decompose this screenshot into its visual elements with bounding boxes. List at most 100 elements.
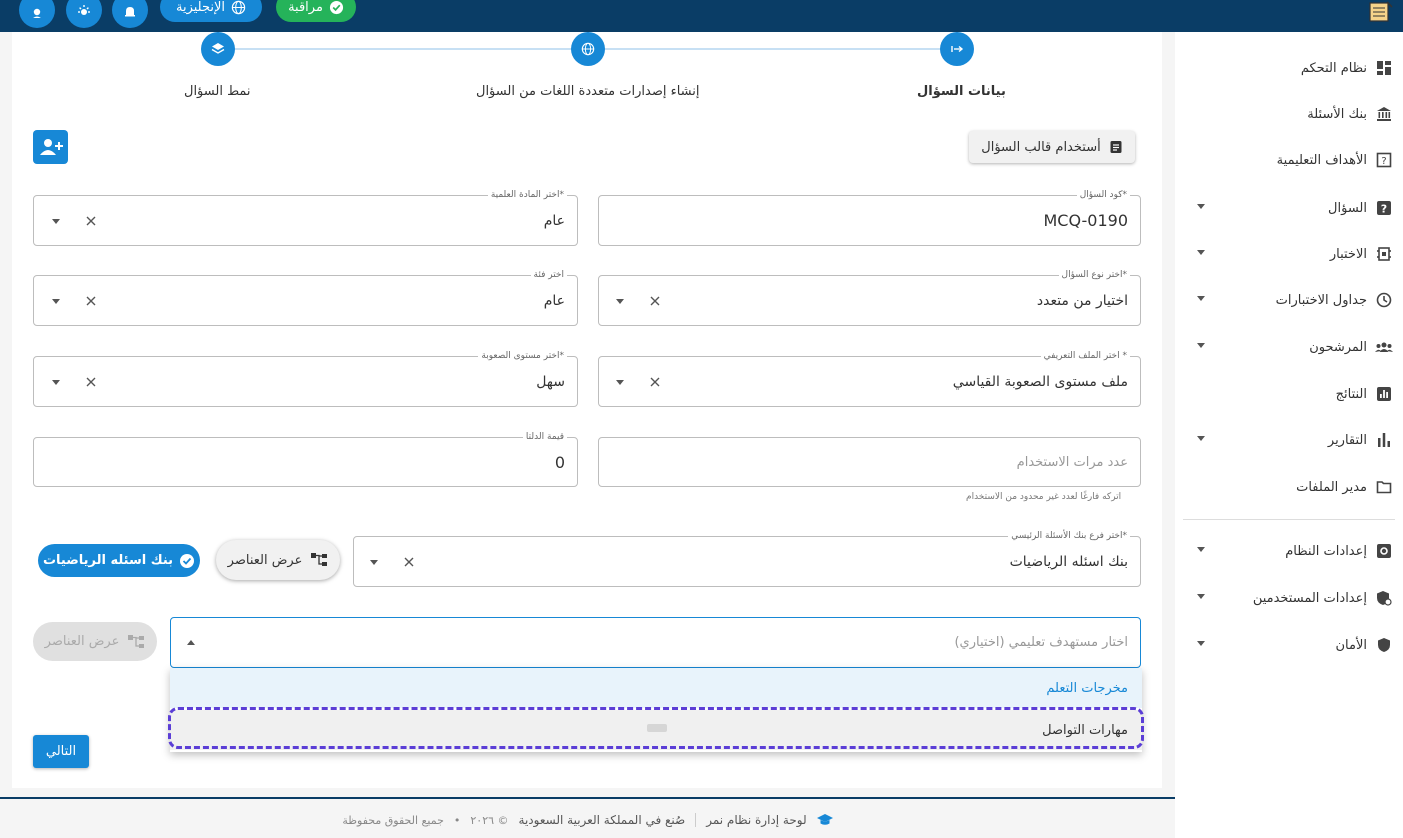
sidebar-item-label: الاختبار (1329, 246, 1367, 262)
results-icon (1375, 385, 1393, 403)
dropdown-option-learning-outcomes[interactable]: مخرجات التعلم (170, 668, 1142, 708)
clear-icon[interactable] (650, 296, 660, 306)
step-multilingual[interactable] (571, 32, 605, 66)
chevron-down-icon[interactable] (52, 218, 60, 224)
sidebar-item-candidates[interactable]: المرشحون (1175, 335, 1403, 359)
learning-objective-select[interactable]: اختار مستهدف تعليمي (اختياري) (170, 617, 1141, 668)
category-value: عام (543, 292, 565, 309)
footer-copyright: © ٢٠٢٦ (470, 813, 509, 827)
sidebar-item-label: التقارير (1327, 432, 1367, 448)
sidebar-item-dashboard[interactable]: نظام التحكم (1175, 56, 1403, 80)
chevron-down-icon (1197, 547, 1205, 552)
use-template-button[interactable]: أستخدام قالب السؤال (969, 131, 1135, 163)
svg-text:?: ? (1381, 156, 1386, 167)
clock-icon (1375, 291, 1393, 309)
chevron-down-icon (1197, 594, 1205, 599)
step-question-style[interactable] (201, 32, 235, 66)
subject-select[interactable]: اختر المادة العلمية* عام (33, 189, 578, 246)
sidebar-item-question[interactable]: السؤال ? (1175, 196, 1403, 220)
chevron-down-icon[interactable] (616, 298, 624, 304)
footer-separator (695, 813, 697, 827)
sidebar-item-reports[interactable]: التقارير (1175, 428, 1403, 452)
step-label-question-style: نمط السؤال (184, 84, 251, 99)
top-bar: الإنجليزية مراقبة (0, 0, 1403, 32)
footer-rights: جميع الحقوق محفوظة (342, 813, 444, 827)
sidebar-item-question-bank[interactable]: بنك الأسئلة (1175, 102, 1403, 126)
show-elements-label: عرض العناصر (44, 634, 120, 649)
settings-icon (1375, 542, 1393, 560)
show-elements-button-disabled: عرض العناصر (33, 622, 157, 661)
bank-branch-value: بنك اسئله الرياضيات (1009, 553, 1128, 570)
step-label-multilingual: إنشاء إصدارات متعددة اللغات من السؤال (476, 84, 700, 99)
review-label: مراقبة (288, 0, 323, 15)
bank-chip-button[interactable]: بنك اسئله الرياضيات (38, 544, 200, 577)
sidebar-item-objectives[interactable]: الأهداف التعليمية ? (1175, 148, 1403, 172)
user-icon (33, 8, 41, 18)
chevron-down-icon[interactable] (52, 379, 60, 385)
chevron-down-icon (1197, 343, 1205, 348)
chevron-down-icon[interactable] (616, 379, 624, 385)
bell-icon (125, 7, 135, 17)
question-code-field[interactable]: كود السؤال* MCQ-0190 (598, 189, 1141, 246)
chevron-down-icon (1197, 296, 1205, 301)
show-elements-button[interactable]: عرض العناصر (216, 540, 340, 580)
sidebar-item-security[interactable]: الأمان (1175, 633, 1403, 657)
sidebar-item-results[interactable]: النتائج (1175, 382, 1403, 406)
sidebar-item-system-settings[interactable]: إعدادات النظام (1175, 539, 1403, 563)
layers-icon (211, 43, 225, 54)
delta-value: 0 (554, 452, 565, 472)
focus-outline (168, 707, 1144, 749)
language-label: الإنجليزية (175, 0, 226, 15)
category-select[interactable]: اختر فئة عام (33, 269, 578, 326)
usage-count-placeholder: عدد مرات الاستخدام (1016, 454, 1128, 470)
add-user-button[interactable] (33, 130, 68, 164)
document-icon (1110, 141, 1122, 153)
check-circle-icon (180, 553, 195, 568)
chevron-up-icon[interactable] (187, 639, 195, 645)
step-question-data[interactable] (940, 32, 974, 66)
clear-icon[interactable] (650, 377, 660, 387)
chevron-down-icon (1197, 436, 1205, 441)
difficulty-select[interactable]: اختر مستوى الصعوبة* سهل (33, 350, 578, 407)
usage-count-helper: اتركه فارغًا لعدد غير محدود من الاستخدام (966, 492, 1122, 502)
sidebar-item-user-settings[interactable]: إعدادات المستخدمين (1175, 586, 1403, 610)
sidebar-item-exam[interactable]: الاختبار (1175, 242, 1403, 266)
next-button[interactable]: التالي (33, 735, 89, 768)
clear-icon[interactable] (404, 557, 414, 567)
clear-icon[interactable] (86, 296, 96, 306)
tree-icon (128, 634, 145, 648)
tree-icon (311, 553, 328, 566)
shield-icon (1375, 636, 1393, 654)
chevron-down-icon[interactable] (370, 559, 378, 565)
clear-icon[interactable] (86, 216, 96, 226)
review-status-badge[interactable]: مراقبة (276, 0, 356, 22)
people-icon (1375, 338, 1393, 356)
objectives-icon: ? (1375, 151, 1393, 169)
theme-toggle-button[interactable] (66, 0, 102, 28)
sidebar-item-file-manager[interactable]: مدير الملفات (1175, 475, 1403, 499)
chevron-down-icon (1197, 204, 1205, 209)
arrow-right-icon (951, 45, 964, 53)
user-settings-icon (1375, 589, 1393, 607)
language-button[interactable]: الإنجليزية (160, 0, 262, 22)
sidebar-item-label: مدير الملفات (1296, 479, 1367, 495)
delta-input[interactable]: قيمة الدلتا 0 (33, 431, 578, 487)
notifications-button[interactable] (112, 0, 148, 28)
profile-select[interactable]: اختر الملف التعريفي * ملف مستوى الصعوبة … (598, 350, 1141, 407)
footer-brand: لوحة إدارة نظام نمر (706, 813, 807, 827)
chevron-down-icon (1197, 641, 1205, 646)
sidebar-item-label: نظام التحكم (1300, 60, 1367, 76)
sidebar-item-label: الأمان (1335, 637, 1368, 653)
clear-icon[interactable] (86, 377, 96, 387)
usage-count-input[interactable]: عدد مرات الاستخدام (598, 437, 1141, 487)
chevron-down-icon[interactable] (52, 298, 60, 304)
sidebar-item-exam-schedules[interactable]: جداول الاختبارات (1175, 288, 1403, 312)
question-type-select[interactable]: اختر نوع السؤال* اختيار من متعدد (598, 269, 1141, 326)
sidebar-item-label: النتائج (1335, 386, 1367, 402)
bank-branch-select[interactable]: اختر فرع بنك الأسئلة الرئيسي* بنك اسئله … (353, 530, 1141, 587)
sidebar-item-label: السؤال (1328, 200, 1367, 216)
difficulty-value: سهل (536, 373, 565, 390)
profile-button[interactable] (19, 0, 55, 28)
dashboard-icon (1375, 59, 1393, 77)
show-elements-label: عرض العناصر (227, 552, 303, 568)
